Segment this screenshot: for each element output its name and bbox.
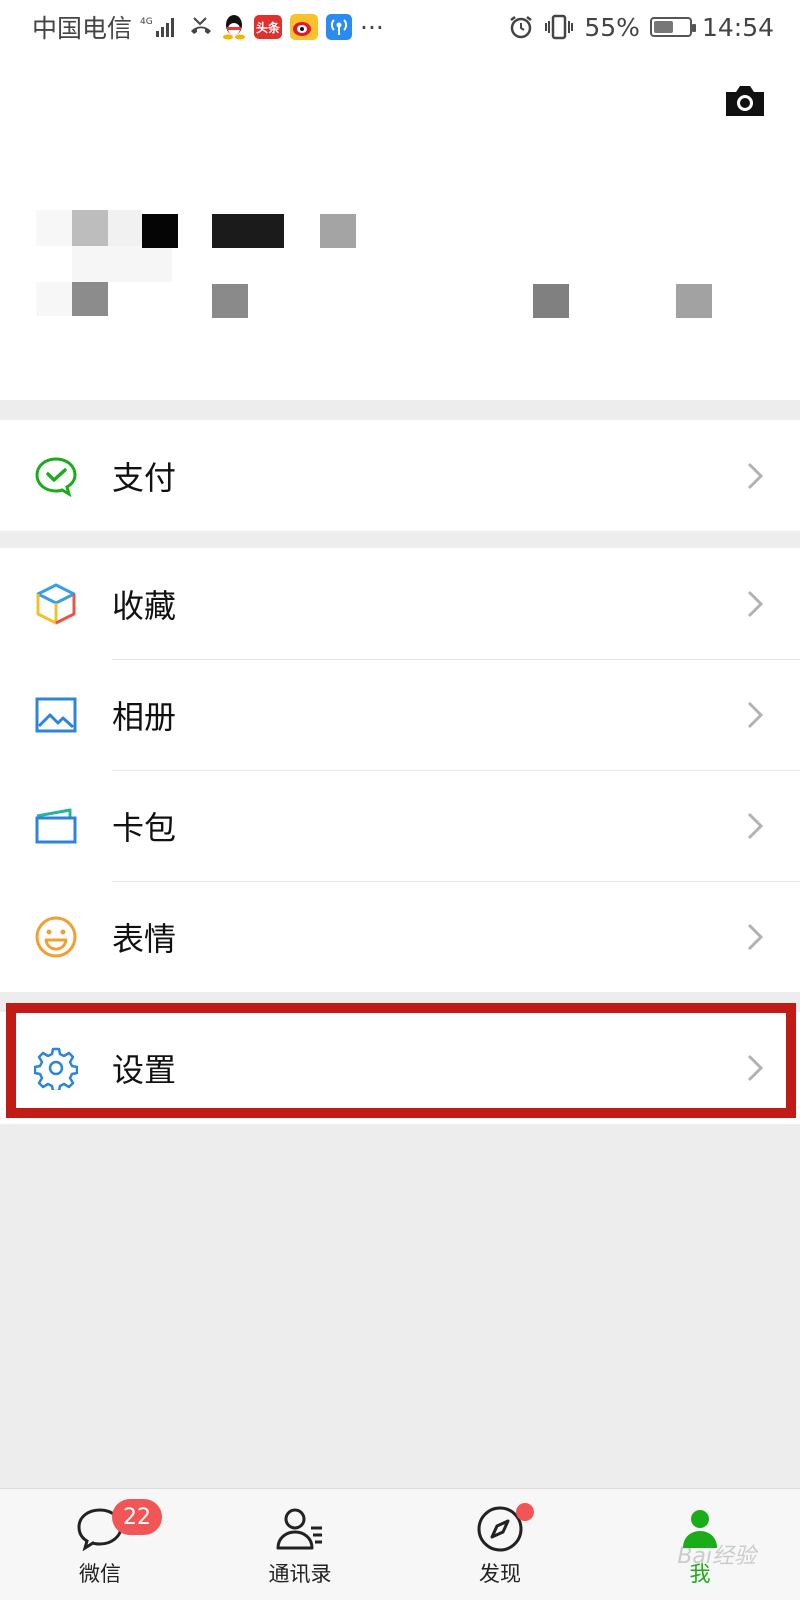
tab-label: 微信 — [79, 1562, 121, 1586]
alarm-icon — [508, 14, 534, 40]
more-notifications: ··· — [360, 12, 384, 42]
chevron-right-icon — [746, 461, 764, 491]
wifi-hotspot-icon — [326, 14, 353, 40]
vibrate-icon — [544, 14, 574, 40]
menu-item-settings[interactable]: 设置 — [0, 1012, 800, 1124]
chevron-right-icon — [746, 589, 764, 619]
menu-item-label: 相册 — [112, 697, 177, 736]
menu-item-cards[interactable]: 卡包 — [0, 770, 800, 881]
contacts-icon — [275, 1504, 325, 1554]
wallet-check-icon — [34, 454, 78, 498]
carrier-label: 中国电信 — [32, 14, 133, 43]
chevron-right-icon — [746, 700, 764, 730]
missed-call-icon — [188, 15, 214, 39]
clock: 14:54 — [701, 12, 774, 42]
chevron-right-icon — [746, 1053, 764, 1083]
tab-contacts[interactable]: 通讯录 — [200, 1489, 400, 1600]
chevron-right-icon — [746, 811, 764, 841]
unread-badge: 22 — [112, 1499, 162, 1535]
profile-header[interactable] — [0, 54, 800, 400]
menu-item-label: 卡包 — [112, 808, 177, 847]
menu-item-label: 支付 — [112, 458, 177, 497]
menu-item-stickers[interactable]: 表情 — [0, 881, 800, 992]
menu-item-pay[interactable]: 支付 — [0, 420, 800, 531]
tab-discover[interactable]: 发现 — [400, 1489, 600, 1600]
notification-dot — [516, 1503, 534, 1521]
menu-item-label: 设置 — [112, 1051, 177, 1089]
tab-label: 发现 — [479, 1562, 521, 1586]
svg-text:4G: 4G — [140, 17, 153, 27]
menu-item-favorites[interactable]: 收藏 — [0, 548, 800, 659]
gear-icon — [33, 1046, 79, 1093]
qq-icon — [222, 14, 246, 40]
camera-icon[interactable] — [724, 84, 766, 118]
menu-item-album[interactable]: 相册 — [0, 659, 800, 770]
settings-section: 设置 — [0, 1012, 800, 1124]
menu-item-label: 表情 — [112, 919, 177, 958]
main-menu-section: 收藏 相册 卡包 表情 — [0, 548, 800, 992]
pay-section: 支付 — [0, 420, 800, 531]
baidu-jingyan-watermark: Bai经验 — [677, 1544, 756, 1569]
bottom-tab-bar: 微信 22 通讯录 发现 我 Bai经验 — [0, 1488, 800, 1600]
weibo-icon — [290, 14, 319, 40]
toutiao-icon: 头条 — [254, 15, 283, 39]
menu-item-label: 收藏 — [112, 586, 177, 625]
tab-label: 通讯录 — [268, 1562, 332, 1586]
smiley-icon — [34, 915, 78, 959]
signal-icon: 4G — [140, 15, 180, 39]
battery-percent: 55% — [584, 12, 640, 42]
chevron-right-icon — [746, 922, 764, 952]
tab-chats[interactable]: 微信 22 — [0, 1489, 200, 1600]
status-bar: 中国电信 4G 头条 ··· 55% 14:54 — [0, 0, 800, 54]
cube-icon — [34, 582, 78, 626]
picture-icon — [34, 693, 78, 737]
card-wallet-icon — [34, 804, 78, 848]
battery-icon — [649, 17, 696, 37]
